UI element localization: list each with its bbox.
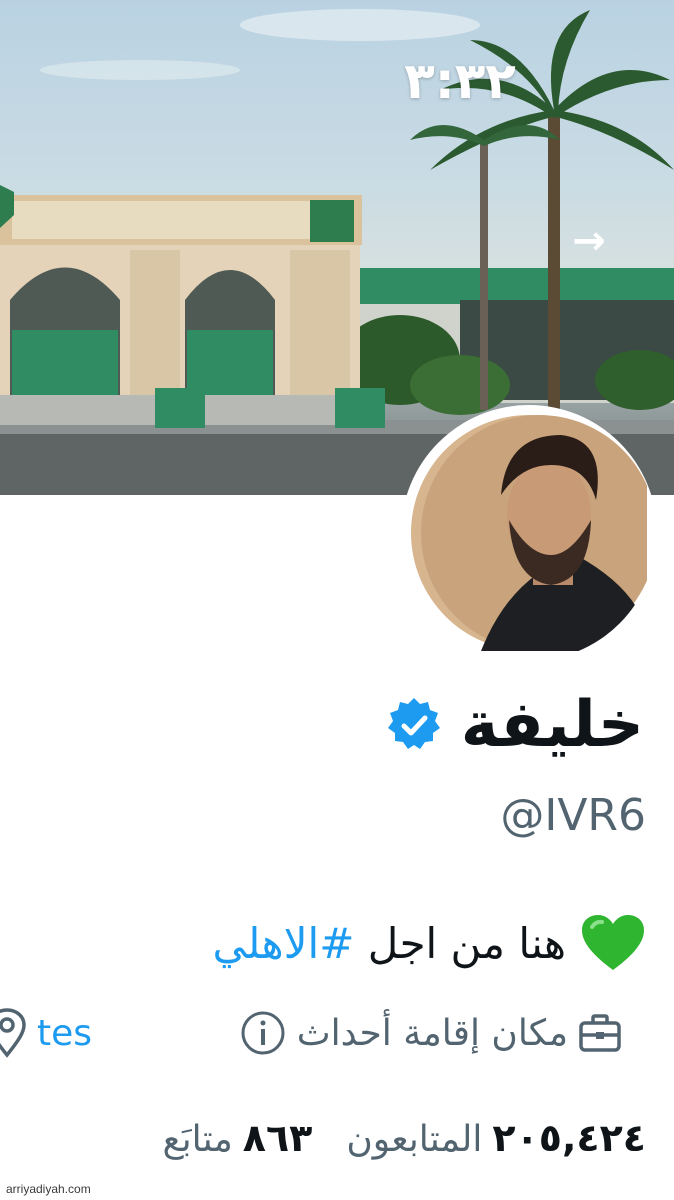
avatar[interactable] xyxy=(401,405,657,661)
category-label: مكان إقامة أحداث xyxy=(296,1012,568,1054)
avatar-photo xyxy=(411,415,647,651)
followers-stat[interactable]: ٢٠٥,٤٢٤ المتابعون xyxy=(346,1116,646,1160)
profile-stats: ٨٦٣ متابَع ٢٠٥,٤٢٤ المتابعون xyxy=(162,1108,646,1168)
following-label: متابَع xyxy=(162,1119,233,1160)
followers-label: المتابعون xyxy=(346,1119,483,1160)
profile-bio: هنا من اجل #الاهلي xyxy=(213,903,646,983)
profile-name-row: خليفة xyxy=(385,680,644,770)
profile-location[interactable]: tes xyxy=(0,1000,92,1066)
location-pin-icon xyxy=(0,1008,26,1058)
bio-text: هنا من اجل #الاهلي xyxy=(213,919,566,968)
watermark: arriyadiyah.com xyxy=(6,1182,91,1196)
bio-prefix: هنا من اجل xyxy=(354,918,566,968)
following-count: ٨٦٣ xyxy=(242,1116,313,1160)
arrow-right-icon[interactable]: → xyxy=(563,215,615,267)
profile-meta: مكان إقامة أحداث tes xyxy=(0,1000,622,1066)
briefcase-icon xyxy=(579,1014,621,1052)
profile-category: مكان إقامة أحداث xyxy=(239,1000,622,1066)
info-icon[interactable] xyxy=(239,1009,287,1057)
status-bar-time: ٣:٣٢ xyxy=(404,52,516,110)
location-link[interactable]: tes xyxy=(37,1013,92,1054)
followers-count: ٢٠٥,٤٢٤ xyxy=(492,1116,646,1160)
verified-badge-icon[interactable] xyxy=(385,696,443,754)
display-name: خليفة xyxy=(460,688,644,762)
green-heart-icon xyxy=(582,915,644,970)
profile-handle: @IVR6 xyxy=(500,790,646,841)
bio-hashtag-link[interactable]: #الاهلي xyxy=(213,919,355,968)
following-stat[interactable]: ٨٦٣ متابَع xyxy=(162,1116,312,1160)
